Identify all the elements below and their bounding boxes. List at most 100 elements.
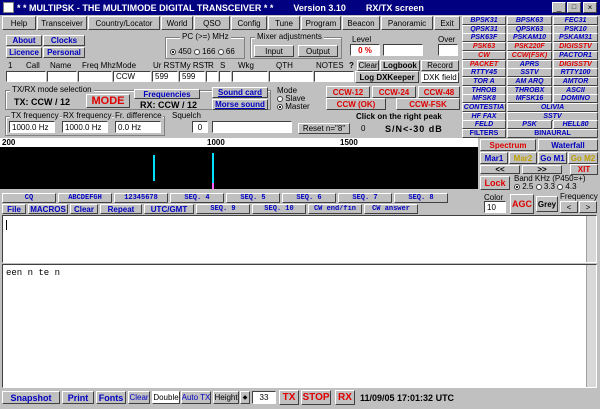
spectrum-button[interactable]: Spectrum (480, 139, 536, 151)
menu-program[interactable]: Program (301, 16, 341, 30)
mode-field[interactable]: CCW (113, 71, 151, 82)
maximize-button[interactable]: □ (567, 2, 581, 13)
mode-button-pskam10[interactable]: PSKAM10 (507, 33, 552, 43)
freq-field[interactable] (78, 71, 112, 82)
mode-button-packet[interactable]: PACKET (462, 59, 506, 69)
mode-button-pactor1[interactable]: PACTOR1 (553, 50, 598, 60)
mode-button-hell80[interactable]: HELL80 (553, 120, 598, 130)
frequency-down-button[interactable]: < (560, 201, 578, 213)
mode-button-tor-a[interactable]: TOR A (462, 76, 506, 86)
my-rst-field[interactable]: 599 (179, 71, 205, 82)
mode-button-psk10[interactable]: PSK10 (553, 24, 598, 34)
ur-rst-field[interactable]: 599 (152, 71, 178, 82)
gom2-button[interactable]: Go M2 (568, 152, 598, 164)
notes-field[interactable] (314, 71, 354, 82)
macro-seq-5[interactable]: SEQ. 5 (226, 193, 280, 203)
mode-button-binaural[interactable]: BINAURAL (507, 129, 598, 139)
snapshot-button[interactable]: Snapshot (2, 391, 60, 404)
gom1-button[interactable]: Go M1 (538, 152, 567, 164)
macro-abcdefgh[interactable]: ABCDEFGH (58, 193, 112, 203)
macro-repeat[interactable]: Repeat (100, 204, 142, 214)
menu-transceiver[interactable]: Transceiver (37, 16, 87, 30)
mode-button-rtty100[interactable]: RTTY100 (553, 68, 598, 78)
shift-left-button[interactable]: << (480, 165, 520, 174)
waterfall-display[interactable] (0, 147, 478, 189)
height-button[interactable]: Height (213, 391, 239, 404)
menu-world[interactable]: World (161, 16, 193, 30)
macro-seq-8[interactable]: SEQ. 8 (394, 193, 448, 203)
s-field[interactable] (219, 71, 231, 82)
grey-button[interactable]: Grey (536, 196, 558, 212)
mode-button-digisstv[interactable]: DIGISSTV (553, 59, 598, 69)
macro-seq-6[interactable]: SEQ. 6 (282, 193, 336, 203)
mode-button-olivia[interactable]: OLIVIA (507, 103, 598, 112)
minimize-button[interactable]: _ (552, 2, 566, 13)
mode-button-cw[interactable]: CW (462, 50, 506, 60)
macro-seq-7[interactable]: SEQ. 7 (338, 193, 392, 203)
reset-button[interactable]: Reset n="8" (298, 123, 350, 134)
log-clear-button[interactable]: Clear (357, 60, 379, 71)
qth-field[interactable] (269, 71, 313, 82)
macro-utc-gmt[interactable]: UTC/GMT (144, 204, 194, 214)
macro-seq-10[interactable]: SEQ. 10 (252, 204, 306, 214)
personal-button[interactable]: Personal (43, 47, 85, 58)
wkg-field[interactable] (232, 71, 268, 82)
menu-config[interactable]: Config (231, 16, 267, 30)
mode-button-psk[interactable]: PSK (507, 120, 552, 130)
squelch-slider[interactable] (212, 121, 292, 133)
band-radio-2[interactable] (535, 183, 542, 190)
rx-text-scrollbar[interactable] (586, 265, 596, 387)
lock-button[interactable]: Lock (480, 176, 510, 190)
tx-button[interactable]: TX (279, 390, 299, 405)
mixer-output-button[interactable]: Output (298, 45, 338, 57)
mode-button-mfsk8[interactable]: MFSK8 (462, 94, 506, 104)
menu-panoramic[interactable]: Panoramic (381, 16, 433, 30)
waterfall-button[interactable]: Waterfall (538, 139, 598, 151)
ccw12-button[interactable]: CCW-12 (326, 86, 370, 98)
licence-button[interactable]: Licence (6, 47, 42, 58)
autotx-button[interactable]: Auto TX (181, 391, 211, 404)
frequency-up-button[interactable]: > (579, 201, 597, 213)
mode-button-sstv[interactable]: SSTV (507, 68, 552, 78)
mode-button-domino[interactable]: DOMINO (553, 94, 598, 104)
mode-button-qpsk63[interactable]: QPSK63 (507, 24, 552, 34)
master-option[interactable]: Master (277, 102, 310, 111)
pc-radio-166[interactable] (193, 48, 200, 55)
mode-button-ascii[interactable]: ASCII (553, 85, 598, 95)
clear-rx-button[interactable]: Clear (128, 391, 150, 404)
height-arrows[interactable]: ◆ (240, 391, 250, 404)
height-value[interactable]: 33 (252, 391, 276, 404)
mixer-input-button[interactable]: Input (254, 45, 294, 57)
r-field[interactable] (206, 71, 218, 82)
color-value[interactable]: 10 (484, 201, 506, 213)
mar2-button[interactable]: Mar2 (509, 152, 537, 164)
mode-button-psk63[interactable]: PSK63 (462, 42, 506, 52)
call-field[interactable] (6, 71, 46, 82)
close-button[interactable]: × (583, 2, 597, 13)
dxk-field-button[interactable]: DXK field (421, 72, 459, 83)
morse-sound-button[interactable]: Morse sound (212, 99, 268, 110)
mode-button-bpsk31[interactable]: BPSK31 (462, 16, 506, 25)
shift-right-button[interactable]: >> (522, 165, 562, 174)
master-radio[interactable] (277, 103, 283, 110)
mode-button[interactable]: MODE (86, 94, 130, 108)
menu-exit[interactable]: Exit (434, 16, 460, 30)
pc-radio-450[interactable] (170, 48, 176, 55)
macro-macros[interactable]: MACROS (28, 204, 68, 214)
mode-button-psk220f[interactable]: PSK220F (507, 42, 552, 52)
band-radio-1[interactable] (514, 183, 520, 190)
rx-button[interactable]: RX (335, 390, 355, 405)
mode-button-filters[interactable]: FILTERS (462, 129, 506, 139)
mode-button-am-arq[interactable]: AM ARQ (507, 76, 552, 86)
mode-button-digisstv[interactable]: DIGISSTV (553, 42, 598, 52)
mode-button-feld[interactable]: FELD (462, 120, 506, 130)
macro-cw-end-fin[interactable]: CW end/fin (308, 204, 362, 214)
record-button[interactable]: Record (421, 60, 459, 71)
pc-radio-66[interactable] (217, 48, 224, 55)
macro-clear[interactable]: Clear (70, 204, 98, 214)
mode-button-sstv[interactable]: SSTV (507, 111, 598, 121)
menu-tune[interactable]: Tune (268, 16, 300, 30)
mode-button-psk63f[interactable]: PSK63F (462, 33, 506, 43)
mode-button-fec31[interactable]: FEC31 (553, 16, 598, 25)
name-field[interactable] (47, 71, 77, 82)
